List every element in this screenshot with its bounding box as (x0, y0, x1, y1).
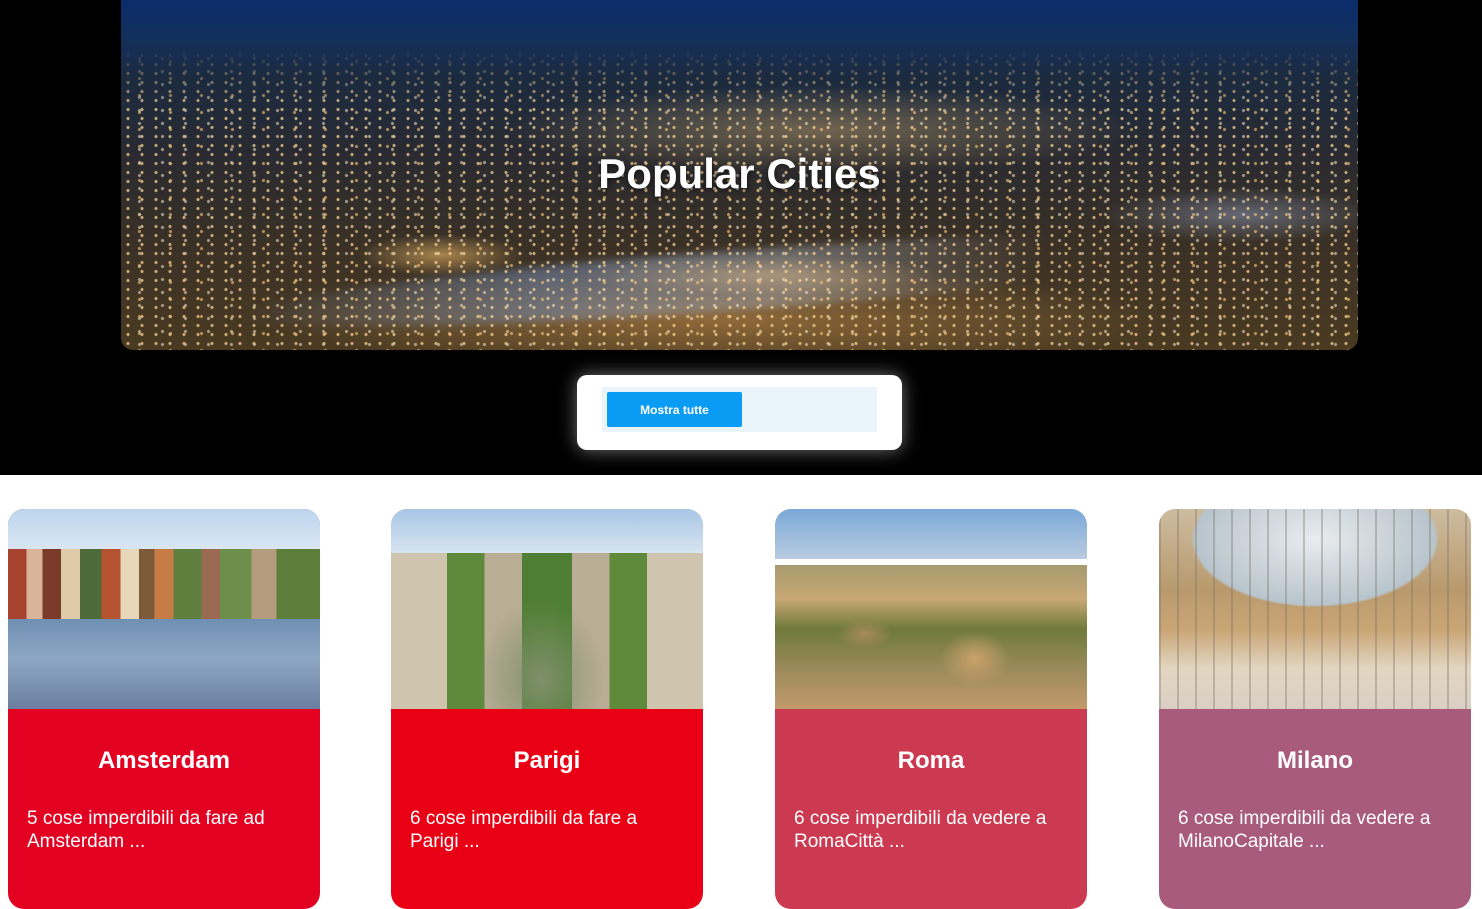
card-body: Parigi 6 cose imperdibili da fare a Pari… (391, 709, 703, 909)
page-title: Popular Cities (598, 150, 881, 197)
city-image-milano (1159, 509, 1471, 709)
card-title: Roma (897, 747, 965, 774)
city-image-parigi (391, 509, 703, 709)
card-title: Amsterdam (97, 747, 231, 774)
city-card-milano[interactable]: Milano 6 cose imperdibili da vedere a Mi… (1159, 509, 1471, 909)
city-image-roma (775, 509, 1087, 709)
city-card-amsterdam[interactable]: Amsterdam 5 cose imperdibili da fare ad … (8, 509, 320, 909)
city-card-parigi[interactable]: Parigi 6 cose imperdibili da fare a Pari… (391, 509, 703, 909)
city-cards: Amsterdam 5 cose imperdibili da fare ad … (0, 509, 1482, 909)
card-description: 6 cose imperdibili da vedere a RomaCittà… (794, 808, 1047, 852)
city-image-amsterdam (8, 509, 320, 709)
card-title: Parigi (513, 747, 581, 774)
show-all-button[interactable]: Mostra tutte (607, 392, 742, 427)
top-section: Popular Cities Mostra tutte (0, 0, 1482, 475)
filter-panel: Mostra tutte (602, 387, 877, 432)
card-description: 6 cose imperdibili da fare a Parigi ... (410, 808, 638, 852)
card-body: Milano 6 cose imperdibili da vedere a Mi… (1159, 709, 1471, 909)
hero-banner: Popular Cities (121, 0, 1358, 350)
card-body: Roma 6 cose imperdibili da vedere a Roma… (775, 709, 1087, 909)
filter-box: Mostra tutte (577, 375, 902, 450)
card-body: Amsterdam 5 cose imperdibili da fare ad … (8, 709, 320, 909)
city-card-roma[interactable]: Roma 6 cose imperdibili da vedere a Roma… (775, 509, 1087, 909)
card-description: 6 cose imperdibili da vedere a MilanoCap… (1178, 808, 1431, 852)
card-title: Milano (1277, 747, 1353, 774)
card-description: 5 cose imperdibili da fare ad Amsterdam … (27, 808, 265, 852)
